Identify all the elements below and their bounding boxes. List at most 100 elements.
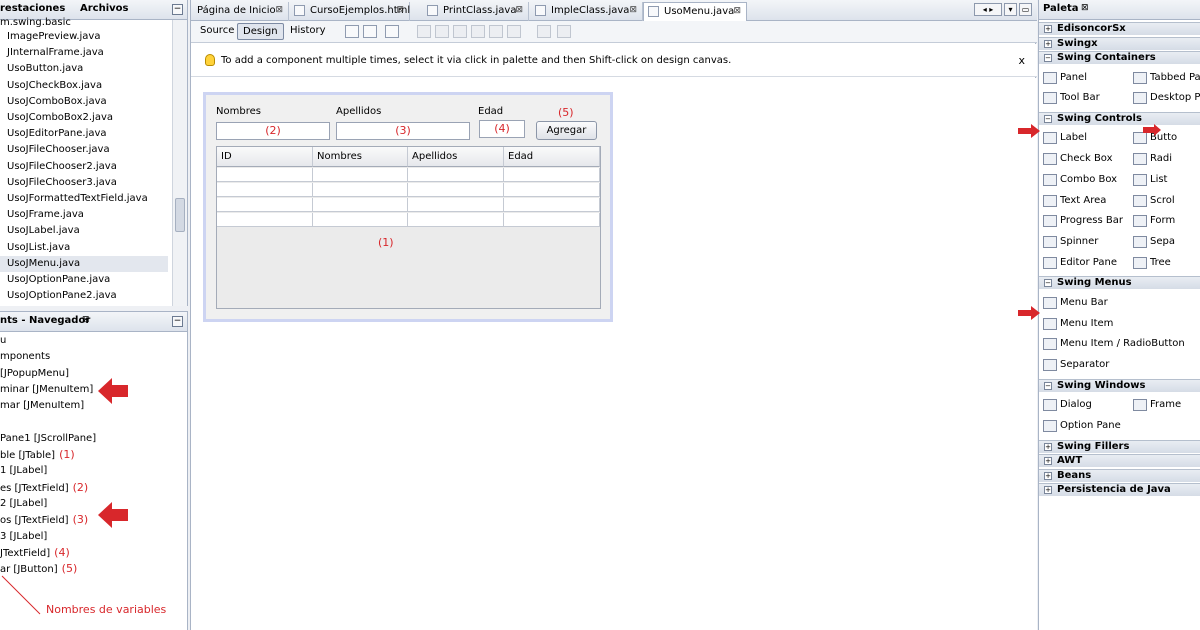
close-icon[interactable]: ⊠ xyxy=(82,315,90,325)
tab-cursoejemplos[interactable]: CursoEjemplos.html ⊠ xyxy=(290,2,410,21)
restore-window-icon[interactable]: ▭ xyxy=(1019,3,1032,16)
align-middle-icon[interactable] xyxy=(489,25,503,38)
table-cell[interactable] xyxy=(217,213,313,227)
palette-item[interactable]: Desktop Par xyxy=(1131,90,1200,106)
file-item[interactable]: JInternalFrame.java xyxy=(0,45,168,61)
palette-item[interactable]: Spinner xyxy=(1041,234,1098,250)
navigator-node[interactable]: Pane1 [JScrollPane] xyxy=(0,431,96,447)
file-item[interactable]: UsoJLabel.java xyxy=(0,223,168,239)
label-edad[interactable]: Edad xyxy=(478,106,503,117)
collapse-icon[interactable]: − xyxy=(1044,279,1052,288)
palette-item[interactable]: Option Pane xyxy=(1041,418,1121,434)
expand-icon[interactable]: + xyxy=(1044,25,1052,33)
navigator-node[interactable]: 1 [JLabel] xyxy=(0,463,47,479)
navigator-node[interactable]: es [JTextField] (2) xyxy=(0,480,88,496)
label-nombres[interactable]: Nombres xyxy=(216,106,261,117)
expand-icon[interactable]: + xyxy=(1044,486,1052,494)
file-item[interactable]: UsoJList.java xyxy=(0,240,168,256)
palette-item[interactable]: Sepa xyxy=(1131,234,1175,250)
palette-section[interactable]: − Swing Menus xyxy=(1039,276,1200,290)
table-row[interactable] xyxy=(217,168,600,182)
palette-section[interactable]: − Swing Windows xyxy=(1039,378,1200,392)
file-item[interactable]: UsoJCheckBox.java xyxy=(0,78,168,94)
navigator-node[interactable]: u xyxy=(0,333,6,349)
close-icon[interactable]: ⊠ xyxy=(275,2,283,19)
expand-icon[interactable]: + xyxy=(1044,457,1052,465)
palette-item[interactable]: Label xyxy=(1041,130,1087,146)
textfield-edad[interactable]: (4) xyxy=(479,120,525,138)
palette-section[interactable]: − Swing Containers xyxy=(1039,51,1200,64)
tab-files[interactable]: Archivos xyxy=(80,3,129,14)
close-icon[interactable]: ⊠ xyxy=(629,2,637,19)
table-cell[interactable] xyxy=(313,183,408,197)
navigator-node[interactable]: [JPopupMenu] xyxy=(0,366,69,382)
minimize-icon[interactable]: − xyxy=(172,316,183,327)
palette-item[interactable]: Scrol xyxy=(1131,193,1175,209)
table-cell[interactable] xyxy=(408,198,504,212)
palette-section[interactable]: + Swing Fillers xyxy=(1039,439,1200,453)
navigator-node[interactable]: 2 [JLabel] xyxy=(0,496,47,512)
close-icon[interactable]: ⊠ xyxy=(1081,3,1089,13)
file-item[interactable]: UsoJFrame.java xyxy=(0,207,168,223)
table-row[interactable] xyxy=(217,213,600,227)
align-left-icon[interactable] xyxy=(417,25,431,38)
table-cell[interactable] xyxy=(217,168,313,182)
align-top-icon[interactable] xyxy=(471,25,485,38)
palette-title[interactable]: Paleta xyxy=(1043,3,1079,14)
file-item[interactable]: UsoJOptionPane2.java xyxy=(0,288,168,304)
selection-mode-icon[interactable] xyxy=(345,25,359,38)
jframe-form[interactable]: Nombres Apellidos Edad (5) (2) (3) (4) A… xyxy=(203,92,613,322)
palette-item[interactable]: Separator xyxy=(1041,357,1109,373)
palette-item[interactable]: Tree xyxy=(1131,255,1171,271)
table-cell[interactable] xyxy=(313,213,408,227)
palette-item[interactable]: Radi xyxy=(1131,151,1172,167)
navigator-node[interactable]: 3 [JLabel] xyxy=(0,529,47,545)
close-icon[interactable]: ⊠ xyxy=(733,3,741,20)
table-cell[interactable] xyxy=(408,168,504,182)
file-item[interactable]: UsoJFileChooser.java xyxy=(0,142,168,158)
palette-section[interactable]: + Swingx xyxy=(1039,36,1200,50)
palette-item[interactable]: Frame xyxy=(1131,397,1181,413)
close-icon[interactable]: ⊠ xyxy=(515,2,523,19)
palette-item[interactable]: Tool Bar xyxy=(1041,90,1100,106)
expand-icon[interactable]: + xyxy=(1044,39,1052,48)
tab-list-icon[interactable]: ▾ xyxy=(1004,3,1017,16)
palette-item[interactable]: Form xyxy=(1131,213,1175,229)
navigator-node[interactable]: minar [JMenuItem] xyxy=(0,382,93,398)
palette-item[interactable]: Menu Item xyxy=(1041,316,1113,332)
navigator-title[interactable]: nts - Navegador xyxy=(0,315,90,326)
file-item[interactable]: UsoJComboBox2.java xyxy=(0,110,168,126)
scrollbar-thumb[interactable] xyxy=(175,198,185,232)
vertical-scrollbar[interactable] xyxy=(172,20,187,306)
design-canvas[interactable]: Nombres Apellidos Edad (5) (2) (3) (4) A… xyxy=(191,78,1037,630)
file-item[interactable]: UsoButton.java xyxy=(0,61,168,77)
expand-icon[interactable]: + xyxy=(1044,442,1052,451)
tab-pagina-inicio[interactable]: Página de Inicio ⊠ xyxy=(191,2,289,21)
palette-item[interactable]: List xyxy=(1131,172,1167,188)
tab-printclass[interactable]: PrintClass.java ⊠ xyxy=(423,2,529,21)
palette-item[interactable]: Editor Pane xyxy=(1041,255,1117,271)
history-view-button[interactable]: History xyxy=(285,23,331,40)
palette-section[interactable]: + AWT xyxy=(1039,454,1200,467)
agregar-button[interactable]: Agregar xyxy=(536,121,597,140)
palette-item[interactable]: Menu Item / RadioButton xyxy=(1041,336,1185,352)
design-view-button[interactable]: Design xyxy=(237,23,284,40)
navigator-node[interactable]: mar [JMenuItem] xyxy=(0,398,84,414)
palette-section[interactable]: − Swing Controls xyxy=(1039,111,1200,125)
navigator-node[interactable]: mponents xyxy=(0,349,50,365)
palette-item[interactable]: Menu Bar xyxy=(1041,295,1108,311)
column-header-nombres[interactable]: Nombres xyxy=(313,147,408,167)
table-row[interactable] xyxy=(217,183,600,197)
source-view-button[interactable]: Source xyxy=(195,23,239,40)
file-item[interactable]: ImagePreview.java xyxy=(0,29,168,45)
table-cell[interactable] xyxy=(408,213,504,227)
palette-item[interactable]: Progress Bar xyxy=(1041,213,1123,229)
table-cell[interactable] xyxy=(313,168,408,182)
column-header-apellidos[interactable]: Apellidos xyxy=(408,147,504,167)
palette-item[interactable]: Tabbed Pan xyxy=(1131,70,1200,86)
textfield-apellidos[interactable]: (3) xyxy=(336,122,470,140)
jtable[interactable]: ID Nombres Apellidos Edad (1) xyxy=(216,146,601,309)
collapse-icon[interactable]: − xyxy=(1044,381,1052,390)
palette-item[interactable]: Dialog xyxy=(1041,397,1092,413)
file-item[interactable]: UsoJComboBox.java xyxy=(0,94,168,110)
